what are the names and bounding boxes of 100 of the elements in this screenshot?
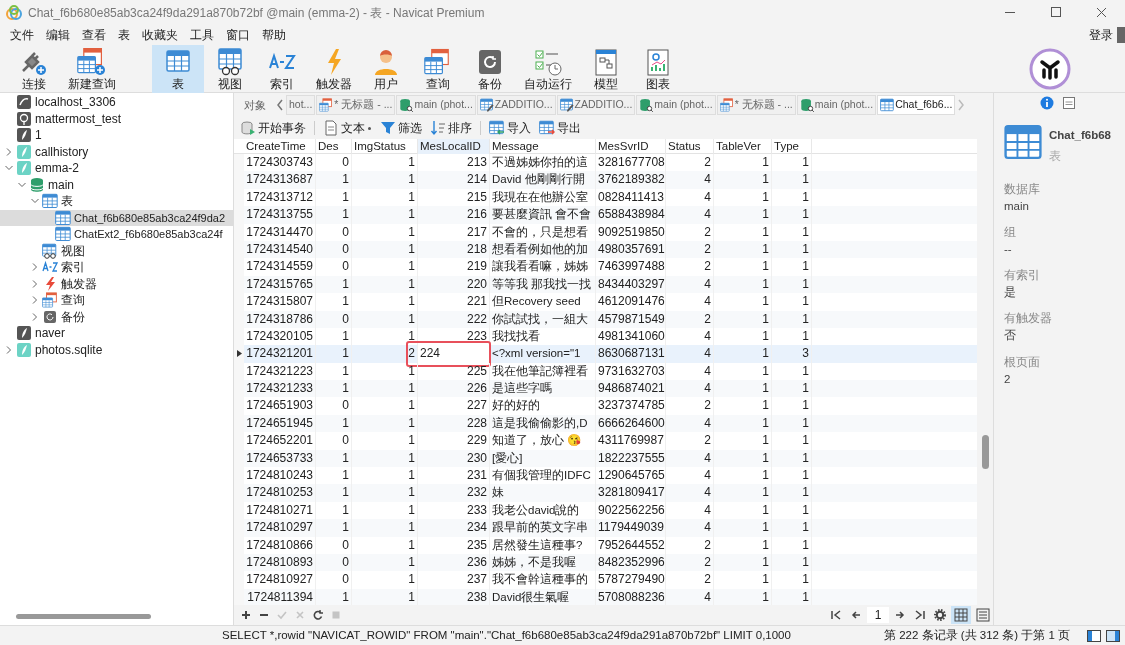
toolbar-button[interactable]: 开始事务 [238, 118, 308, 138]
table-cell[interactable]: 223 [466, 328, 487, 343]
table-cell[interactable]: 1 [342, 276, 349, 291]
right-panel-icon[interactable] [1105, 627, 1121, 644]
toolbar-button[interactable]: 连接 [8, 45, 60, 93]
toolbar-button[interactable]: 模型 [580, 45, 632, 93]
toolbar-button[interactable]: 导出 [537, 118, 583, 138]
tab[interactable]: main (phot... [396, 95, 476, 115]
table-cell[interactable]: 1 [342, 415, 349, 430]
table-cell[interactable]: 1 [762, 363, 769, 378]
table-cell[interactable]: 1 [342, 363, 349, 378]
table-cell[interactable]: 225 [466, 363, 487, 378]
table-cell[interactable]: 3281677708 [598, 155, 665, 169]
table-cell[interactable]: 237 [466, 572, 487, 587]
table-cell[interactable]: 1724810893 [246, 555, 313, 569]
table-cell[interactable]: 4 [704, 363, 711, 378]
table-cell[interactable]: 1 [342, 381, 349, 396]
table-cell[interactable]: 0 [342, 398, 349, 413]
table-cell[interactable]: 1 [802, 241, 809, 256]
table-cell[interactable]: 1 [762, 224, 769, 239]
table-cell[interactable]: 0 [342, 259, 349, 274]
table-cell[interactable]: 2 [408, 346, 415, 361]
table-cell[interactable]: 238 [466, 589, 487, 604]
table-cell[interactable]: 你試試找，一組大 [492, 312, 588, 325]
settings-icon[interactable] [934, 609, 946, 621]
ddl-icon[interactable] [1062, 96, 1076, 110]
menu-item[interactable]: 查看 [76, 25, 112, 45]
page-field[interactable]: 1 [867, 607, 889, 623]
tree-item[interactable]: main [0, 176, 233, 193]
table-cell[interactable]: 215 [466, 189, 487, 204]
table-cell[interactable]: 是這些字嗎 [492, 382, 552, 395]
table-cell[interactable]: 1 [342, 468, 349, 483]
table-cell[interactable]: 1 [408, 537, 415, 552]
scrollbar-thumb[interactable] [982, 435, 989, 469]
table-cell[interactable]: 1 [342, 485, 349, 500]
table-cell[interactable]: 1 [802, 224, 809, 239]
table-cell[interactable]: 1 [802, 572, 809, 587]
table-cell[interactable]: 1 [342, 207, 349, 222]
table-cell[interactable]: 1 [762, 276, 769, 291]
table-cell[interactable]: 1 [762, 155, 769, 169]
table-cell[interactable]: 我現在在他辦公室 [492, 190, 588, 203]
table-cell[interactable]: 1 [408, 172, 415, 187]
table-cell[interactable]: 1 [762, 485, 769, 500]
table-cell[interactable]: 231 [466, 468, 487, 483]
tree-item[interactable]: 备份 [0, 308, 233, 325]
table-cell[interactable]: 226 [466, 381, 487, 396]
menu-item[interactable]: 文件 [4, 25, 40, 45]
table-cell[interactable]: 1 [802, 294, 809, 309]
chevron-left-icon[interactable] [275, 97, 285, 113]
table-cell[interactable]: 1 [802, 485, 809, 500]
scrollbar-thumb[interactable] [16, 613, 151, 619]
table-cell[interactable]: 1724313687 [246, 172, 313, 187]
table-cell[interactable]: 4612091476 [598, 294, 665, 309]
table-cell[interactable]: 230 [466, 450, 487, 465]
table-cell[interactable]: 4 [704, 589, 711, 604]
table-cell[interactable]: 1724810271 [246, 502, 313, 517]
table-cell[interactable]: 1 [802, 363, 809, 378]
table-cell[interactable]: 1 [802, 311, 809, 326]
table-cell[interactable]: 220 [466, 276, 487, 291]
table-cell[interactable]: 1 [408, 572, 415, 587]
next-page-icon[interactable] [894, 609, 906, 621]
table-cell[interactable]: 229 [466, 433, 487, 448]
tree-item[interactable]: 索引 [0, 259, 233, 276]
first-page-icon[interactable] [830, 609, 842, 621]
table-cell[interactable]: 0 [342, 537, 349, 552]
table-cell[interactable]: 1724810297 [246, 520, 313, 535]
table-cell[interactable]: 5787279490 [598, 572, 665, 587]
table-cell[interactable]: 我老公david說的 [492, 503, 580, 516]
table-cell[interactable]: 233 [466, 502, 487, 517]
table-cell[interactable]: 1 [762, 555, 769, 569]
table-cell[interactable]: 4 [704, 415, 711, 430]
table-cell[interactable]: 1724321233 [246, 381, 313, 396]
table-cell[interactable]: 2 [704, 311, 711, 326]
table-cell[interactable]: 1 [762, 381, 769, 396]
table-cell[interactable]: 1 [802, 415, 809, 430]
table-cell[interactable]: 1724320105 [246, 328, 313, 343]
toolbar-button[interactable]: 视图 [204, 45, 256, 93]
tree-item[interactable]: emma-2 [0, 160, 233, 177]
toolbar-button[interactable]: 自动运行 [516, 45, 580, 93]
table-cell[interactable]: 3 [802, 346, 809, 361]
tab[interactable]: ZADDITIO... [476, 95, 556, 115]
table-cell[interactable]: 1 [342, 328, 349, 343]
table-cell[interactable]: 236 [466, 555, 487, 569]
table-cell[interactable]: 讓我看看嘛，姊姊 [492, 260, 588, 273]
flag-icon[interactable] [1117, 27, 1125, 43]
table-cell[interactable]: 1 [802, 398, 809, 413]
table-cell[interactable]: 知道了，放心 😘 [492, 434, 582, 447]
toolbar-button[interactable]: 触发器 [308, 45, 360, 93]
table-cell[interactable]: 等等我 那我找一找 [492, 277, 592, 290]
table-cell[interactable]: 這是我偷偷影的,D [492, 416, 588, 429]
table-cell[interactable]: 1 [762, 520, 769, 535]
table-cell[interactable]: 0 [342, 224, 349, 239]
table-cell[interactable]: 2 [704, 241, 711, 256]
table-cell[interactable]: 妹 [492, 486, 504, 499]
table-cell[interactable]: 4 [704, 189, 711, 204]
table-cell[interactable]: 1 [408, 259, 415, 274]
menu-item[interactable]: 工具 [184, 25, 220, 45]
table-cell[interactable]: 1 [762, 172, 769, 187]
toolbar-button[interactable]: 备份 [464, 45, 516, 93]
table-cell[interactable]: 1 [762, 537, 769, 552]
